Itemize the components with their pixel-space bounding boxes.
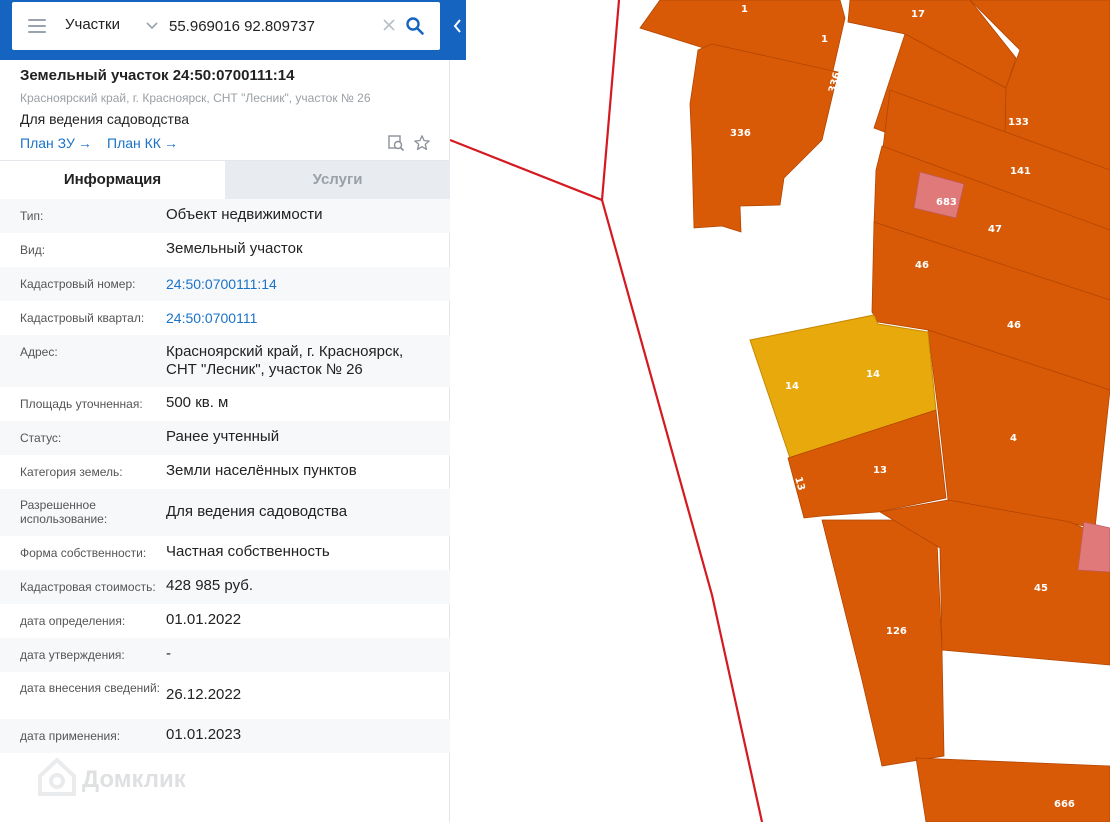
watermark-brand: Домклик bbox=[82, 766, 186, 793]
plot-label: 133 bbox=[1008, 117, 1029, 128]
row-value: Земельный участок bbox=[166, 240, 303, 257]
arrow-right-icon: → bbox=[77, 135, 92, 151]
domclick-logo-icon bbox=[38, 757, 76, 796]
row-value: 01.01.2022 bbox=[166, 611, 242, 628]
cadastral-number-link[interactable]: 24:50:0700111:14 bbox=[166, 275, 436, 293]
close-icon[interactable] bbox=[382, 18, 396, 32]
row-label: Форма собственности: bbox=[20, 546, 147, 560]
plot-label: 47 bbox=[988, 224, 1002, 235]
row-value: 500 кв. м bbox=[166, 394, 229, 411]
plot-label: 336 bbox=[730, 128, 751, 139]
row-label: Вид: bbox=[20, 243, 46, 257]
plot-label: 126 bbox=[886, 626, 907, 637]
plot-address: Красноярский край, г. Красноярск, СНТ "Л… bbox=[20, 91, 371, 105]
info-tabs: Информация Услуги bbox=[0, 160, 450, 200]
row-label: Категория земель: bbox=[20, 465, 123, 479]
boundary-line-west bbox=[450, 0, 621, 202]
favorite-star-icon[interactable] bbox=[413, 134, 431, 152]
info-row: Адрес: Красноярский край, г. Красноярск,… bbox=[0, 335, 450, 387]
row-value: 26.12.2022 bbox=[166, 686, 242, 703]
info-row: Кадастровая стоимость: 428 985 руб. bbox=[0, 570, 450, 604]
info-row: дата определения: 01.01.2022 bbox=[0, 604, 450, 638]
coordinates-search-input[interactable] bbox=[169, 14, 369, 38]
info-row: Разрешенное использование: Для ведения с… bbox=[0, 489, 450, 536]
row-value: 01.01.2023 bbox=[166, 726, 242, 743]
row-label: Кадастровый квартал: bbox=[20, 311, 145, 325]
page-title: Земельный участок 24:50:0700111:14 bbox=[20, 67, 295, 84]
row-value: - bbox=[166, 645, 171, 662]
row-value: Для ведения садоводства bbox=[166, 503, 348, 520]
building-right[interactable] bbox=[1077, 521, 1110, 573]
info-row: дата утверждения: - bbox=[0, 638, 450, 672]
plot-label: 666 bbox=[1054, 799, 1075, 810]
plan-kk-label: План КК bbox=[107, 135, 161, 151]
row-value: Объект недвижимости bbox=[166, 206, 323, 223]
search-box: Участки bbox=[12, 2, 440, 50]
row-label: дата определения: bbox=[20, 614, 126, 628]
info-row: Категория земель: Земли населённых пункт… bbox=[0, 455, 450, 489]
row-label: Статус: bbox=[20, 431, 62, 445]
row-value: Частная собственность bbox=[166, 543, 330, 560]
plot-666[interactable] bbox=[915, 757, 1110, 822]
plan-zu-link[interactable]: План ЗУ → bbox=[20, 135, 92, 151]
info-table: Тип: Объект недвижимости Вид: Земельный … bbox=[0, 199, 450, 753]
info-row: Кадастровый номер: 24:50:0700111:14 bbox=[0, 267, 450, 301]
info-row: Статус: Ранее учтенный bbox=[0, 421, 450, 455]
row-value: 428 985 руб. bbox=[166, 577, 253, 594]
tab-information[interactable]: Информация bbox=[0, 161, 225, 200]
search-icon[interactable] bbox=[405, 16, 425, 36]
arrow-right-icon: → bbox=[163, 135, 178, 151]
info-row: Площадь уточненная: 500 кв. м bbox=[0, 387, 450, 421]
layer-select[interactable]: Участки bbox=[65, 16, 120, 33]
plot-label: 1 bbox=[821, 34, 828, 45]
info-row: дата внесения сведений: 26.12.2022 bbox=[0, 672, 450, 719]
plot-label: 4 bbox=[1010, 433, 1017, 444]
row-label: Кадастровая стоимость: bbox=[20, 580, 156, 594]
row-label: дата внесения сведений: bbox=[20, 681, 160, 695]
row-value: Красноярский край, г. Красноярск, СНТ "Л… bbox=[166, 343, 404, 378]
chevron-down-icon[interactable] bbox=[145, 18, 159, 32]
tab-services[interactable]: Услуги bbox=[225, 161, 450, 200]
plot-label: 141 bbox=[1010, 166, 1031, 177]
info-row: дата применения: 01.01.2023 bbox=[0, 719, 450, 753]
boundary-line-south bbox=[600, 199, 764, 822]
plot-label: 14 bbox=[785, 381, 799, 392]
search-bar: Участки bbox=[0, 0, 466, 60]
plot-label: 1 bbox=[741, 4, 748, 15]
row-label: дата применения: bbox=[20, 729, 121, 743]
info-row: Кадастровый квартал: 24:50:0700111 bbox=[0, 301, 450, 335]
plan-zu-label: План ЗУ bbox=[20, 135, 75, 151]
map-canvas[interactable]: 1 1 17 336 336 133 141 683 47 46 46 14 1… bbox=[450, 0, 1110, 822]
object-info-panel: Земельный участок 24:50:0700111:14 Красн… bbox=[0, 60, 450, 822]
plot-label: 46 bbox=[915, 260, 929, 271]
plot-label: 14 bbox=[866, 369, 880, 380]
row-label: Тип: bbox=[20, 209, 44, 223]
plot-permitted-use: Для ведения садоводства bbox=[20, 111, 190, 127]
cadastral-quarter-link[interactable]: 24:50:0700111 bbox=[166, 309, 436, 327]
row-label: дата утверждения: bbox=[20, 648, 125, 662]
plot-label: 683 bbox=[936, 197, 957, 208]
row-value: Земли населённых пунктов bbox=[166, 462, 357, 479]
plot-126[interactable] bbox=[821, 519, 945, 767]
menu-icon[interactable] bbox=[28, 19, 46, 33]
info-row: Тип: Объект недвижимости bbox=[0, 199, 450, 233]
plot-336[interactable] bbox=[689, 43, 839, 233]
plot-label: 45 bbox=[1034, 583, 1048, 594]
plot-label: 17 bbox=[911, 9, 925, 20]
collapse-panel-chevron-left-icon[interactable] bbox=[450, 0, 466, 60]
plan-kk-link[interactable]: План КК → bbox=[107, 135, 178, 151]
info-row: Вид: Земельный участок bbox=[0, 233, 450, 267]
row-label: Адрес: bbox=[20, 345, 58, 359]
plot-label: 46 bbox=[1007, 320, 1021, 331]
info-row: Форма собственности: Частная собственнос… bbox=[0, 536, 450, 570]
zoom-to-object-icon[interactable] bbox=[387, 134, 405, 152]
row-label: Площадь уточненная: bbox=[20, 397, 143, 411]
plot-label: 13 bbox=[873, 465, 887, 476]
row-label: Кадастровый номер: bbox=[20, 277, 136, 291]
row-label: Разрешенное использование: bbox=[20, 498, 108, 526]
cadastral-map[interactable]: 1 1 17 336 336 133 141 683 47 46 46 14 1… bbox=[450, 0, 1110, 822]
plot-label: 13 bbox=[792, 476, 806, 492]
row-value: Ранее учтенный bbox=[166, 428, 280, 445]
